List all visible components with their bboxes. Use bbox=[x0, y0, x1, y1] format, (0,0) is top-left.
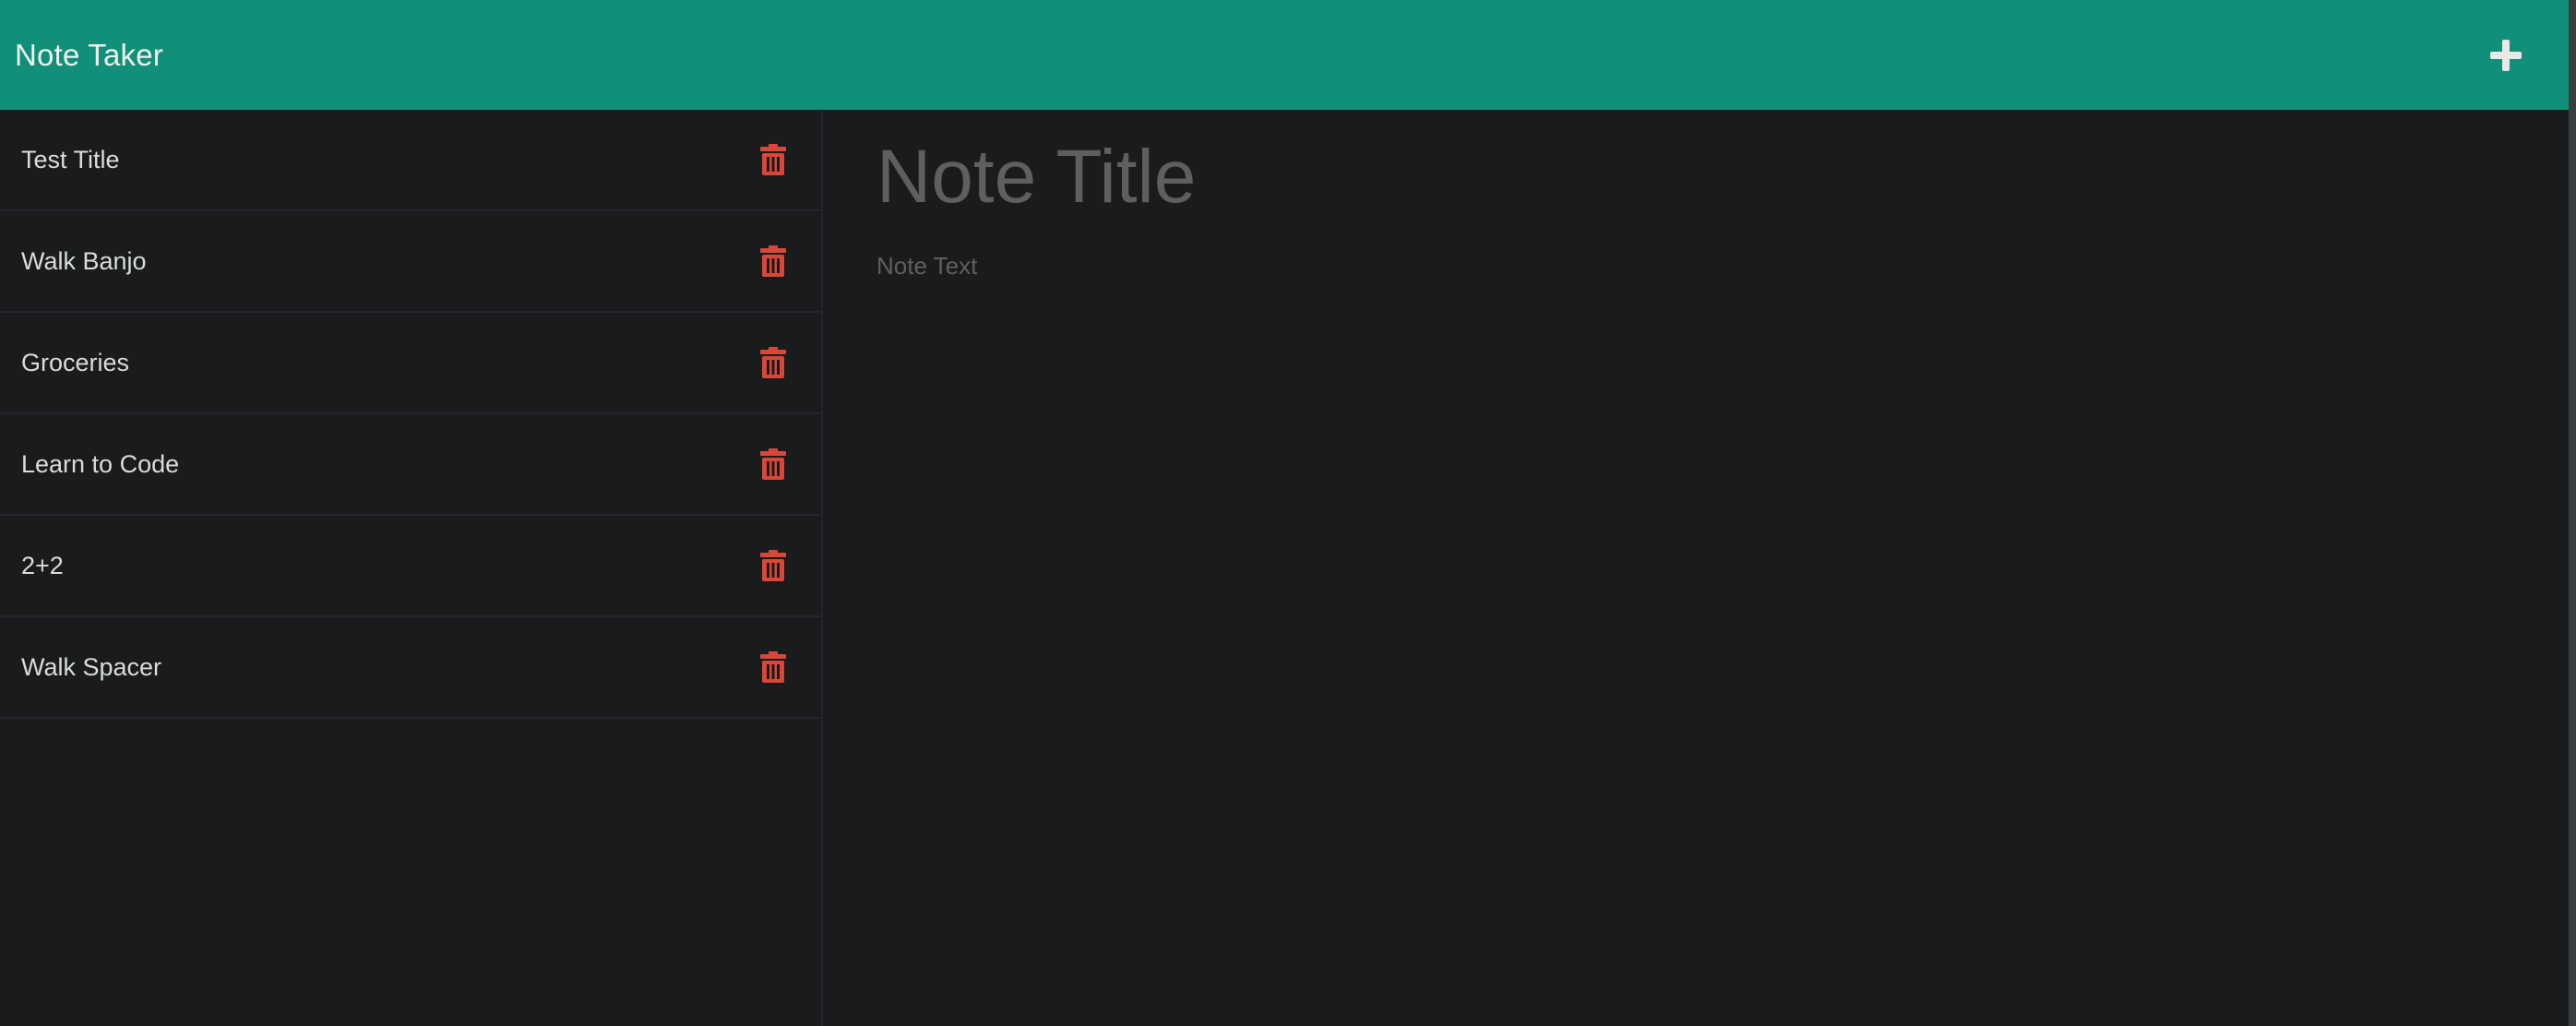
note-item-title: 2+2 bbox=[21, 551, 64, 579]
trash-icon bbox=[760, 448, 786, 480]
note-editor bbox=[823, 110, 2569, 1026]
trash-icon bbox=[760, 245, 786, 277]
app-title: Note Taker bbox=[15, 37, 163, 72]
note-title-input[interactable] bbox=[877, 126, 2445, 228]
note-list-item[interactable]: Test Title bbox=[0, 110, 821, 211]
plus-icon bbox=[2490, 39, 2522, 71]
navbar: Note Taker bbox=[0, 0, 2569, 110]
note-list-item[interactable]: 2+2 bbox=[0, 516, 821, 617]
delete-note-button[interactable] bbox=[755, 340, 792, 386]
note-list-item[interactable]: Groceries bbox=[0, 313, 821, 414]
trash-icon bbox=[760, 347, 786, 378]
note-item-title: Learn to Code bbox=[21, 449, 180, 478]
trash-icon bbox=[760, 550, 786, 581]
delete-note-button[interactable] bbox=[755, 543, 792, 589]
new-note-button[interactable] bbox=[2480, 30, 2532, 81]
note-list-sidebar: Test Title Walk Banjo Groceries Learn to… bbox=[0, 110, 823, 1026]
app-window: Note Taker Test Title Walk Banjo Groceri… bbox=[0, 0, 2576, 1026]
note-item-title: Test Title bbox=[21, 145, 120, 173]
note-item-title: Groceries bbox=[21, 348, 130, 376]
note-list-item[interactable]: Learn to Code bbox=[0, 414, 821, 516]
delete-note-button[interactable] bbox=[755, 137, 792, 183]
delete-note-button[interactable] bbox=[755, 644, 792, 690]
note-list-item[interactable]: Walk Spacer bbox=[0, 617, 821, 719]
delete-note-button[interactable] bbox=[755, 238, 792, 284]
note-text-input[interactable] bbox=[877, 252, 2445, 898]
trash-icon bbox=[760, 651, 786, 683]
note-item-title: Walk Banjo bbox=[21, 246, 147, 275]
note-item-title: Walk Spacer bbox=[21, 652, 162, 681]
note-list-item[interactable]: Walk Banjo bbox=[0, 211, 821, 313]
delete-note-button[interactable] bbox=[755, 441, 792, 487]
trash-icon bbox=[760, 144, 786, 175]
note-list: Test Title Walk Banjo Groceries Learn to… bbox=[0, 110, 821, 719]
window-scroll-edge bbox=[2569, 0, 2576, 1026]
